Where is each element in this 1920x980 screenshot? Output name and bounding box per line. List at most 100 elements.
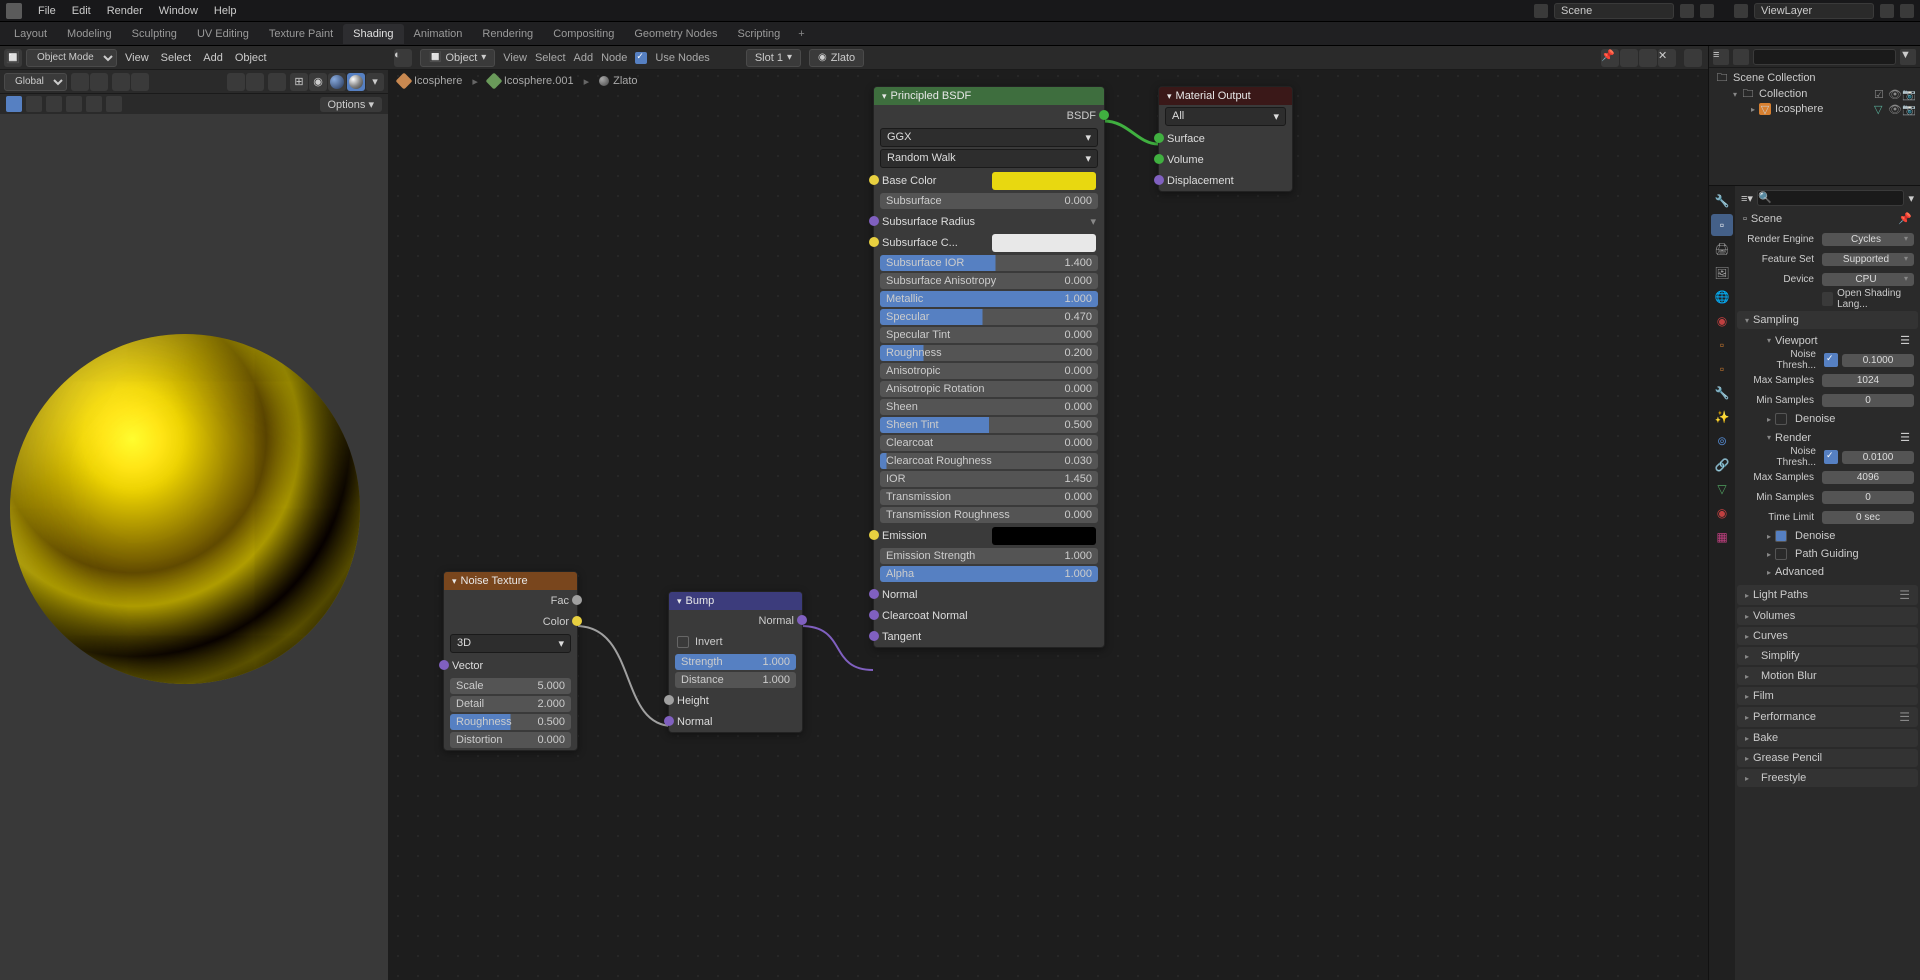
ws-tab-texture-paint[interactable]: Texture Paint bbox=[259, 24, 343, 44]
panel-freestyle[interactable]: Freestyle bbox=[1737, 769, 1918, 787]
crumb-object[interactable]: Icosphere bbox=[398, 75, 462, 87]
ws-tab-uv-editing[interactable]: UV Editing bbox=[187, 24, 259, 44]
prop-tab-constraints[interactable]: 🔗 bbox=[1711, 454, 1733, 476]
ne-menu-add[interactable]: Add bbox=[574, 52, 594, 64]
prop-falloff-icon[interactable] bbox=[131, 73, 149, 91]
input-vector[interactable]: Vector bbox=[444, 655, 577, 676]
prop-edit-icon[interactable] bbox=[112, 73, 130, 91]
input-roughness[interactable]: Roughness0.200 bbox=[880, 345, 1098, 361]
output-bsdf[interactable]: BSDF bbox=[874, 105, 1104, 126]
crumb-mesh[interactable]: Icosphere.001 bbox=[488, 75, 574, 87]
input-tangent[interactable]: Tangent bbox=[874, 626, 1104, 647]
path-guiding-checkbox[interactable] bbox=[1775, 548, 1787, 560]
panel-volumes[interactable]: Volumes bbox=[1737, 607, 1918, 625]
input-roughness[interactable]: Roughness0.500 bbox=[450, 714, 571, 730]
vp-noise-thresh-value[interactable]: 0.1000 bbox=[1842, 354, 1914, 367]
prop-tab-material[interactable]: ◉ bbox=[1711, 502, 1733, 524]
menu-file[interactable]: File bbox=[30, 5, 64, 17]
output-color[interactable]: Color bbox=[444, 611, 577, 632]
input-alpha[interactable]: Alpha1.000 bbox=[880, 566, 1098, 582]
shading-solid-icon[interactable]: ◉ bbox=[309, 73, 327, 91]
input-distortion[interactable]: Distortion0.000 bbox=[450, 732, 571, 748]
mat-unlink-icon[interactable]: ✕ bbox=[1658, 49, 1676, 67]
viewport-menu-object[interactable]: Object bbox=[231, 52, 271, 64]
input-metallic[interactable]: Metallic1.000 bbox=[880, 291, 1098, 307]
select-invert-icon[interactable] bbox=[86, 96, 102, 112]
output-fac[interactable]: Fac bbox=[444, 590, 577, 611]
subsurface-method-dropdown[interactable]: Random Walk▾ bbox=[880, 149, 1098, 168]
input-sheen[interactable]: Sheen0.000 bbox=[880, 399, 1098, 415]
subpanel-vp-denoise[interactable]: Denoise bbox=[1749, 410, 1918, 428]
delete-viewlayer-button[interactable] bbox=[1900, 4, 1914, 18]
editor-type-icon[interactable]: ◐ bbox=[394, 49, 412, 67]
panel-motion-blur[interactable]: Motion Blur bbox=[1737, 667, 1918, 685]
vp-max-samples-value[interactable]: 1024 bbox=[1822, 374, 1914, 387]
rn-noise-thresh-value[interactable]: 0.0100 bbox=[1842, 451, 1914, 464]
select-extend-icon[interactable] bbox=[46, 96, 62, 112]
panel-simplify[interactable]: Simplify bbox=[1737, 647, 1918, 665]
options-dropdown[interactable]: Options ▾ bbox=[320, 97, 383, 112]
input-clearcoat[interactable]: Clearcoat0.000 bbox=[880, 435, 1098, 451]
tree-collection[interactable]: ▾ 🗀 Collection ☑ 👁 📷 bbox=[1713, 86, 1916, 102]
input-volume[interactable]: Volume bbox=[1159, 149, 1292, 170]
outliner-search-input[interactable] bbox=[1753, 49, 1896, 65]
panel-film[interactable]: Film bbox=[1737, 687, 1918, 705]
prop-tab-physics[interactable]: ⊚ bbox=[1711, 430, 1733, 452]
input-normal[interactable]: Normal bbox=[669, 711, 802, 732]
input-transmission-roughness[interactable]: Transmission Roughness0.000 bbox=[880, 507, 1098, 523]
viewport-menu-add[interactable]: Add bbox=[199, 52, 227, 64]
disable-render-icon[interactable]: 📷 bbox=[1902, 88, 1914, 100]
input-surface[interactable]: Surface bbox=[1159, 128, 1292, 149]
ws-tab-animation[interactable]: Animation bbox=[404, 24, 473, 44]
input-strength[interactable]: Strength1.000 bbox=[675, 654, 796, 670]
ne-menu-node[interactable]: Node bbox=[601, 52, 627, 64]
ws-tab-rendering[interactable]: Rendering bbox=[472, 24, 543, 44]
input-subsurface-anisotropy[interactable]: Subsurface Anisotropy0.000 bbox=[880, 273, 1098, 289]
input-transmission[interactable]: Transmission0.000 bbox=[880, 489, 1098, 505]
input-anisotropic[interactable]: Anisotropic0.000 bbox=[880, 363, 1098, 379]
input-anisotropic-rotation[interactable]: Anisotropic Rotation0.000 bbox=[880, 381, 1098, 397]
select-intersect-icon[interactable] bbox=[106, 96, 122, 112]
xray-icon[interactable] bbox=[268, 73, 286, 91]
input-subsurface-c-[interactable]: Subsurface C... bbox=[874, 232, 1104, 253]
outliner-filter-icon[interactable]: ▼ bbox=[1900, 49, 1916, 65]
menu-edit[interactable]: Edit bbox=[64, 5, 99, 17]
subpanel-path-guiding[interactable]: Path Guiding bbox=[1749, 545, 1918, 563]
ws-tab-modeling[interactable]: Modeling bbox=[57, 24, 122, 44]
input-emission-strength[interactable]: Emission Strength1.000 bbox=[880, 548, 1098, 564]
ws-tab-sculpting[interactable]: Sculpting bbox=[122, 24, 187, 44]
props-options-icon[interactable]: ▾ bbox=[1908, 192, 1914, 205]
input-invert[interactable]: Invert bbox=[669, 631, 802, 652]
new-viewlayer-button[interactable] bbox=[1880, 4, 1894, 18]
properties-search-input[interactable]: 🔍 bbox=[1757, 190, 1905, 206]
panel-sampling[interactable]: Sampling bbox=[1737, 311, 1918, 329]
input-subsurface[interactable]: Subsurface0.000 bbox=[880, 193, 1098, 209]
shader-node-editor[interactable]: ◐ 🔲 Object ▾ View Select Add Node Use No… bbox=[388, 46, 1708, 980]
ne-menu-select[interactable]: Select bbox=[535, 52, 566, 64]
panel-performance[interactable]: Performance☰ bbox=[1737, 707, 1918, 727]
select-subtract-icon[interactable] bbox=[66, 96, 82, 112]
prop-tab-render[interactable]: ▫ bbox=[1711, 214, 1733, 236]
device-dropdown[interactable]: CPU bbox=[1822, 273, 1914, 286]
mesh-data-icon[interactable]: ▽ bbox=[1874, 103, 1886, 115]
use-nodes-checkbox[interactable] bbox=[635, 52, 647, 64]
viewport-menu-view[interactable]: View bbox=[121, 52, 153, 64]
input-clearcoat-roughness[interactable]: Clearcoat Roughness0.030 bbox=[880, 453, 1098, 469]
input-distance[interactable]: Distance1.000 bbox=[675, 672, 796, 688]
ws-tab-layout[interactable]: Layout bbox=[4, 24, 57, 44]
panel-light-paths[interactable]: Light Paths☰ bbox=[1737, 585, 1918, 605]
ws-tab-compositing[interactable]: Compositing bbox=[543, 24, 624, 44]
shading-dropdown-icon[interactable]: ▾ bbox=[366, 73, 384, 91]
outliner-tree[interactable]: 🗀 Scene Collection ▾ 🗀 Collection ☑ 👁 📷 … bbox=[1709, 68, 1920, 118]
pin-material-icon[interactable] bbox=[1684, 49, 1702, 67]
node-noise-texture[interactable]: ▾Noise Texture Fac Color 3D▾ Vector Scal… bbox=[443, 571, 578, 751]
add-workspace-button[interactable]: + bbox=[790, 28, 812, 40]
rn-max-samples-value[interactable]: 4096 bbox=[1822, 471, 1914, 484]
viewport-canvas[interactable] bbox=[0, 114, 388, 980]
output-target-dropdown[interactable]: All▾ bbox=[1165, 107, 1286, 126]
input-normal[interactable]: Normal bbox=[874, 584, 1104, 605]
prop-tab-collection[interactable]: ▫ bbox=[1711, 334, 1733, 356]
rn-min-samples-value[interactable]: 0 bbox=[1822, 491, 1914, 504]
vp-min-samples-value[interactable]: 0 bbox=[1822, 394, 1914, 407]
hide-viewport-icon[interactable]: 👁 bbox=[1888, 88, 1900, 100]
